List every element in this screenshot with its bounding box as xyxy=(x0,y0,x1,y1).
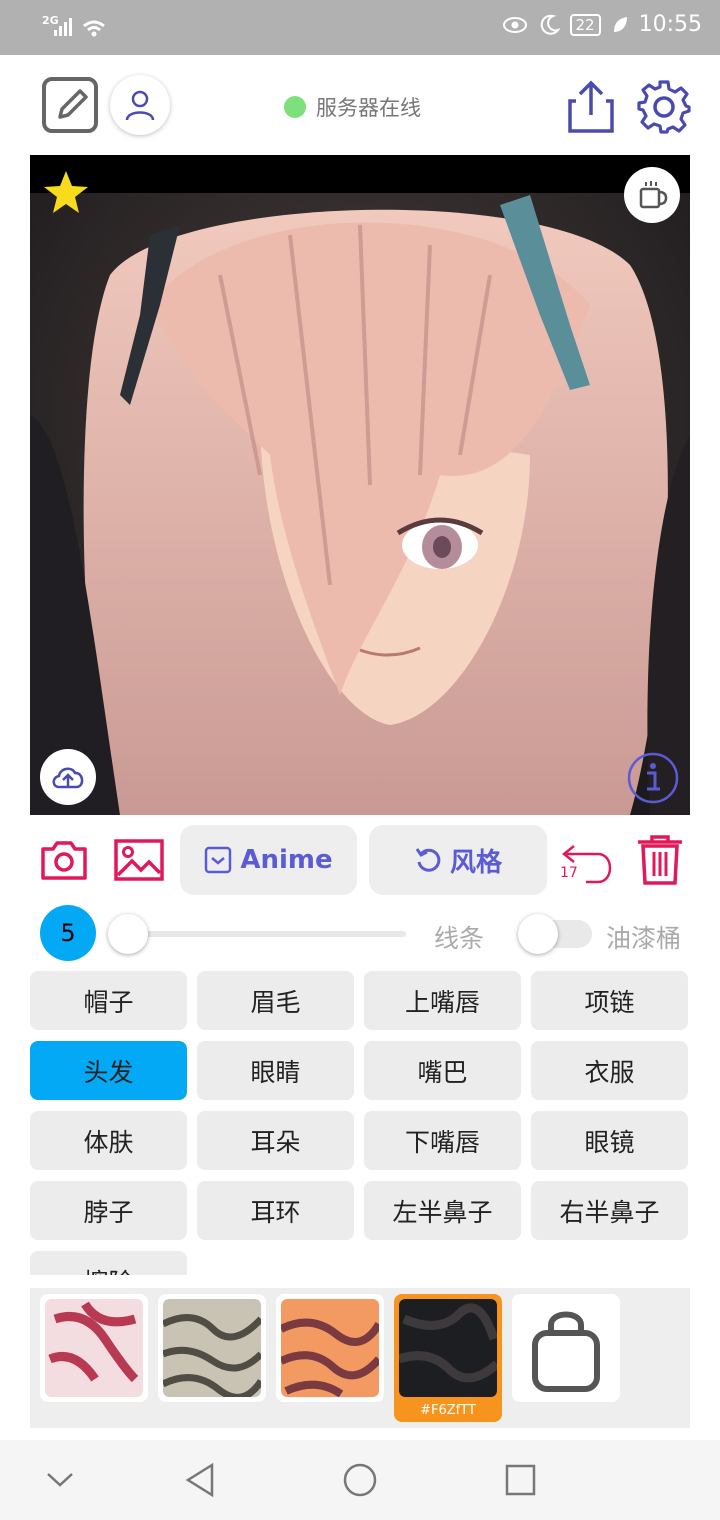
info-button[interactable] xyxy=(626,751,680,805)
brush-size-value: 5 xyxy=(40,905,96,961)
anime-portrait-image xyxy=(30,155,690,815)
part-button[interactable]: 上嘴唇 xyxy=(364,971,521,1030)
part-button[interactable]: 项链 xyxy=(531,971,688,1030)
toggle-thumb xyxy=(518,914,558,954)
gear-icon xyxy=(637,80,691,134)
drawing-canvas[interactable] xyxy=(30,155,690,815)
eye-icon xyxy=(502,16,527,33)
part-button[interactable]: 眼睛 xyxy=(197,1041,354,1100)
edit-canvas-icon xyxy=(42,77,98,133)
style-label: 风格 xyxy=(449,847,502,878)
settings-button[interactable] xyxy=(636,79,692,135)
refresh-icon xyxy=(415,848,441,872)
account-button[interactable] xyxy=(110,75,170,135)
system-nav-bar xyxy=(0,1440,720,1520)
undo-count: 17 xyxy=(560,865,578,881)
share-button[interactable] xyxy=(566,79,616,135)
brush-size-track[interactable] xyxy=(128,931,406,937)
brush-size-slider-knob[interactable] xyxy=(108,914,148,954)
chevron-down-icon[interactable] xyxy=(46,1470,74,1488)
texture-orange-image xyxy=(279,1299,383,1398)
coffee-icon xyxy=(639,181,668,209)
cloud-upload-icon xyxy=(52,767,84,789)
home-icon[interactable] xyxy=(342,1462,378,1498)
favorite-button[interactable] xyxy=(42,169,90,217)
shopping-bag-icon xyxy=(532,1311,600,1392)
gallery-button[interactable] xyxy=(114,837,164,883)
recents-icon[interactable] xyxy=(504,1463,536,1497)
server-status-label: 服务器在线 xyxy=(316,96,421,120)
user-icon xyxy=(125,90,155,121)
part-button[interactable]: 耳环 xyxy=(197,1181,354,1240)
server-status: 服务器在线 xyxy=(284,92,421,122)
style-button[interactable]: 风格 xyxy=(369,825,547,895)
moon-icon xyxy=(540,14,560,35)
image-icon xyxy=(114,839,164,881)
texture-dark-image xyxy=(397,1299,500,1397)
part-button[interactable]: 擦除 xyxy=(30,1251,187,1275)
part-button[interactable]: 帽子 xyxy=(30,971,187,1030)
star-icon xyxy=(44,171,88,213)
paint-bucket-label: 油漆桶 xyxy=(606,924,682,953)
brush-settings-row: 5 线条 油漆桶 xyxy=(0,905,720,961)
swatch-pink[interactable] xyxy=(40,1294,148,1402)
action-row: Anime 风格 17 xyxy=(0,825,720,895)
part-button[interactable]: 脖子 xyxy=(30,1181,187,1240)
upload-button[interactable] xyxy=(40,749,96,805)
swatch-dark-selected[interactable]: #F6ZfTT xyxy=(394,1294,502,1422)
part-button[interactable]: 头发 xyxy=(30,1041,187,1100)
donate-button[interactable] xyxy=(624,167,680,223)
trash-icon xyxy=(638,835,682,885)
swatch-orange[interactable] xyxy=(276,1294,384,1402)
paint-bucket-toggle[interactable] xyxy=(518,914,592,954)
segment-part-grid: 帽子眉毛上嘴唇项链头发眼睛嘴巴衣服体肤耳朵下嘴唇眼镜脖子耳环左半鼻子右半鼻子擦除 xyxy=(0,970,720,1275)
share-icon xyxy=(568,80,614,133)
undo-button[interactable]: 17 xyxy=(560,833,616,889)
line-mode-label: 线条 xyxy=(434,924,485,953)
anime-mode-icon xyxy=(205,846,232,874)
sketch-mode-button[interactable] xyxy=(42,77,98,133)
battery-level: 22 xyxy=(569,13,601,36)
part-button[interactable]: 眼镜 xyxy=(531,1111,688,1170)
info-icon xyxy=(627,752,679,804)
part-button[interactable]: 右半鼻子 xyxy=(531,1181,688,1240)
part-button[interactable]: 衣服 xyxy=(531,1041,688,1100)
camera-button[interactable] xyxy=(40,837,88,883)
texture-pink-image xyxy=(45,1299,143,1397)
swatch-gray[interactable] xyxy=(158,1294,266,1402)
clear-button[interactable] xyxy=(634,833,686,887)
part-button[interactable]: 下嘴唇 xyxy=(364,1111,521,1170)
texture-swatch-tray: #F6ZfTT xyxy=(30,1288,690,1428)
part-button[interactable]: 左半鼻子 xyxy=(364,1181,521,1240)
anime-generate-button[interactable]: Anime xyxy=(180,825,357,895)
signal-wifi-icon xyxy=(54,18,105,37)
swatch-color-code: #F6ZfTT xyxy=(420,1403,476,1418)
anime-label: Anime xyxy=(240,845,333,875)
camera-icon xyxy=(41,841,87,880)
server-online-indicator xyxy=(284,96,306,118)
clock: 10:55 xyxy=(638,12,702,37)
texture-gray-image xyxy=(161,1299,264,1401)
leaf-icon xyxy=(613,16,627,32)
back-icon[interactable] xyxy=(184,1462,216,1498)
part-button[interactable]: 眉毛 xyxy=(197,971,354,1030)
part-button[interactable]: 耳朵 xyxy=(197,1111,354,1170)
shop-button[interactable] xyxy=(512,1294,620,1402)
status-bar: 2G 22 10:55 xyxy=(0,0,720,55)
part-button[interactable]: 体肤 xyxy=(30,1111,187,1170)
part-button[interactable]: 嘴巴 xyxy=(364,1041,521,1100)
